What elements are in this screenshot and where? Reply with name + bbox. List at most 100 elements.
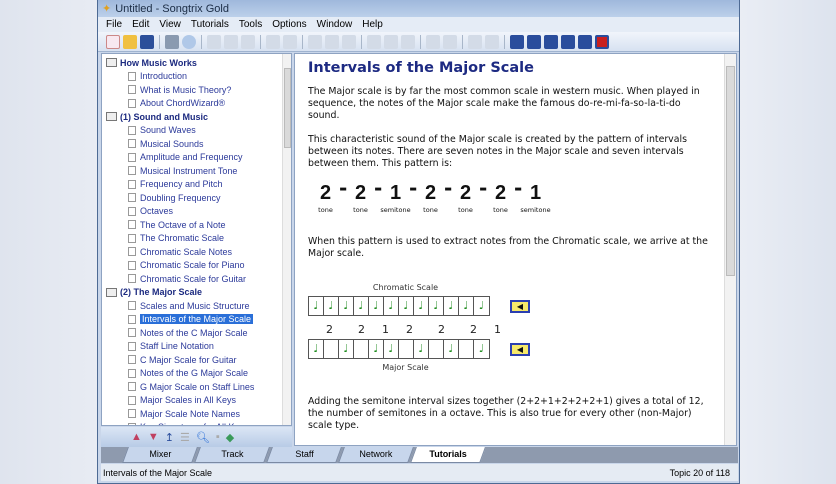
tree-item[interactable]: C Major Scale for Guitar xyxy=(106,353,291,367)
tab-staff[interactable]: Staff xyxy=(266,447,342,463)
copy-icon[interactable] xyxy=(224,34,238,49)
tree-item[interactable]: Musical Sounds xyxy=(106,137,291,151)
tree-item[interactable]: Staff Line Notation xyxy=(106,340,291,354)
undo-icon[interactable] xyxy=(266,34,280,49)
paragraph: When this pattern is used to extract not… xyxy=(308,236,708,259)
tree-item[interactable]: What is Music Theory? xyxy=(106,83,291,97)
tree-item[interactable]: Major Scales in All Keys xyxy=(106,394,291,408)
tree-item-label: What is Music Theory? xyxy=(140,84,232,95)
interval: 1 semitone xyxy=(518,182,553,216)
major-scale-cells: ♩ ♩ ♩ ♩ ♩ ♩ ♩ xyxy=(308,339,490,359)
tree-scrollbar[interactable] xyxy=(282,54,291,425)
note-cell: ♩ xyxy=(478,342,485,355)
expand-icon[interactable]: ☰ xyxy=(180,431,190,444)
chord-icon[interactable] xyxy=(384,34,398,49)
paragraph: Adding the semitone interval sizes toget… xyxy=(308,396,704,431)
print-icon[interactable]: ▪ xyxy=(216,431,220,443)
tab-network[interactable]: Network xyxy=(338,447,414,463)
insert-icon[interactable] xyxy=(426,34,440,49)
mixer-view-icon[interactable] xyxy=(510,34,524,49)
page-icon xyxy=(128,220,136,230)
menu-bar: File Edit View Tutorials Tools Options Window H… xyxy=(98,17,739,32)
tab-mixer[interactable]: Mixer xyxy=(122,447,198,463)
play-chromatic-button[interactable]: ◀ xyxy=(510,299,530,313)
edit-icon[interactable] xyxy=(367,34,381,49)
tree-item[interactable]: Introduction xyxy=(106,70,291,84)
search-icon[interactable]: 🔍︎ xyxy=(196,431,210,444)
tutorial-view-icon[interactable] xyxy=(595,34,609,49)
menu-tools[interactable]: Tools xyxy=(239,19,262,30)
menu-file[interactable]: File xyxy=(106,19,122,30)
transpose-down-icon[interactable] xyxy=(342,34,356,49)
tree-item[interactable]: Scales and Music Structure xyxy=(106,299,291,313)
tree-item[interactable]: Intervals of the Major Scale xyxy=(106,313,291,327)
tree-item[interactable]: About ChordWizard® xyxy=(106,97,291,111)
tree-section[interactable]: (1) Sound and Music xyxy=(106,110,291,124)
play-major-button[interactable]: ◀ xyxy=(510,342,530,356)
tab-label: Track xyxy=(221,449,244,459)
bookmark-icon[interactable]: ◆ xyxy=(226,431,234,444)
tree-item[interactable]: Sound Waves xyxy=(106,124,291,138)
tree-item[interactable]: Key Signatures for All Keys xyxy=(106,421,291,425)
tree-item-label: C Major Scale for Guitar xyxy=(140,354,237,365)
tree-item[interactable]: Amplitude and Frequency xyxy=(106,151,291,165)
tree-item[interactable]: Frequency and Pitch xyxy=(106,178,291,192)
tree-item[interactable]: Chromatic Scale Notes xyxy=(106,245,291,259)
tree-item[interactable]: Chromatic Scale for Guitar xyxy=(106,272,291,286)
score-view-icon[interactable] xyxy=(561,34,575,49)
new-icon[interactable] xyxy=(106,34,120,49)
notes-icon[interactable] xyxy=(401,34,415,49)
save-icon[interactable] xyxy=(140,34,154,49)
tree-item-label: Major Scale Note Names xyxy=(140,408,241,419)
tree-item[interactable]: Octaves xyxy=(106,205,291,219)
arc-number: 1 xyxy=(494,323,501,336)
menu-tutorials[interactable]: Tutorials xyxy=(191,19,229,30)
note-cell: ♩ xyxy=(324,297,339,315)
menu-help[interactable]: Help xyxy=(362,19,383,30)
tab-tutorials[interactable]: Tutorials xyxy=(410,447,486,463)
redo-icon[interactable] xyxy=(283,34,297,49)
tree-section[interactable]: (2) The Major Scale xyxy=(106,286,291,300)
tab-track[interactable]: Track xyxy=(194,447,270,463)
menu-options[interactable]: Options xyxy=(272,19,306,30)
collapse-icon[interactable]: ↥ xyxy=(165,431,174,444)
delete-icon[interactable] xyxy=(443,34,457,49)
scrollbar-thumb[interactable] xyxy=(726,66,735,276)
move-down-icon[interactable]: ▼ xyxy=(148,431,159,443)
chord-view-icon[interactable] xyxy=(578,34,592,49)
print-icon[interactable] xyxy=(165,34,179,49)
tree-item[interactable]: Major Scale Note Names xyxy=(106,407,291,421)
tree-item[interactable]: Doubling Frequency xyxy=(106,191,291,205)
tree-section[interactable]: How Music Works xyxy=(106,56,291,70)
record-icon[interactable] xyxy=(485,34,499,49)
book-icon xyxy=(106,112,117,122)
scrollbar-thumb[interactable] xyxy=(284,68,291,148)
content-scrollbar[interactable] xyxy=(724,54,736,445)
page-icon xyxy=(128,314,136,324)
tree-item[interactable]: Notes of the G Major Scale xyxy=(106,367,291,381)
tree-item[interactable]: The Octave of a Note xyxy=(106,218,291,232)
note-cell: ♩ xyxy=(384,340,399,358)
move-up-icon[interactable]: ▲ xyxy=(131,431,142,443)
tree-item[interactable]: G Major Scale on Staff Lines xyxy=(106,380,291,394)
tools-icon[interactable] xyxy=(468,34,482,49)
print-preview-icon[interactable] xyxy=(182,34,196,49)
tree-item-label: Notes of the C Major Scale xyxy=(140,327,248,338)
tree-item[interactable]: Musical Instrument Tone xyxy=(106,164,291,178)
cut-icon[interactable] xyxy=(207,34,221,49)
interval-type: tone xyxy=(423,206,438,214)
tree-item[interactable]: Notes of the C Major Scale xyxy=(106,326,291,340)
menu-edit[interactable]: Edit xyxy=(132,19,149,30)
tree-item[interactable]: Chromatic Scale for Piano xyxy=(106,259,291,273)
paste-icon[interactable] xyxy=(241,34,255,49)
open-folder-icon[interactable] xyxy=(123,34,137,49)
menu-view[interactable]: View xyxy=(159,19,181,30)
tab-label: Staff xyxy=(295,449,314,459)
menu-window[interactable]: Window xyxy=(317,19,353,30)
staff-view-icon[interactable] xyxy=(544,34,558,49)
empty-cell xyxy=(459,340,474,358)
track-view-icon[interactable] xyxy=(527,34,541,49)
tree-item[interactable]: The Chromatic Scale xyxy=(106,232,291,246)
find-icon[interactable] xyxy=(308,34,322,49)
transpose-up-icon[interactable] xyxy=(325,34,339,49)
